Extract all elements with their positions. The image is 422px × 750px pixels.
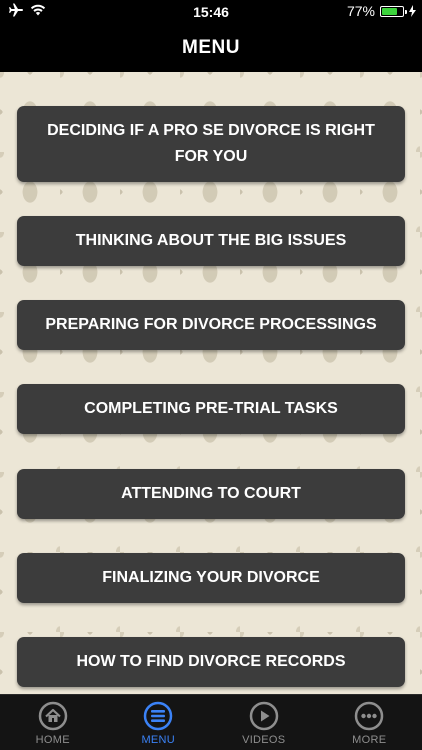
tab-label: MORE: [352, 734, 387, 746]
menu-item-records[interactable]: HOW TO FIND DIVORCE RECORDS: [17, 637, 405, 687]
menu-list-icon: [144, 701, 173, 731]
tab-label: HOME: [35, 734, 70, 746]
home-icon: [38, 701, 67, 731]
menu-item-label: ATTENDING TO COURT: [121, 485, 301, 502]
menu-item-deciding-pro-se[interactable]: DECIDING IF A PRO SE DIVORCE IS RIGHT FO…: [17, 106, 405, 182]
menu-item-label: PREPARING FOR DIVORCE PROCESSINGS: [45, 316, 377, 333]
battery-cap: [405, 9, 407, 14]
more-dots-icon: [355, 701, 384, 731]
battery-fill: [382, 7, 398, 15]
menu-item-label: DECIDING IF A PRO SE DIVORCE IS RIGHT FO…: [47, 122, 375, 165]
tab-videos[interactable]: VIDEOS: [211, 695, 317, 750]
status-right: 77%: [347, 3, 416, 19]
page-title: MENU: [182, 37, 240, 58]
nav-bar: MENU: [0, 24, 422, 72]
play-icon: [249, 701, 278, 731]
tab-home[interactable]: HOME: [0, 695, 106, 750]
menu-item-label: FINALIZING YOUR DIVORCE: [102, 569, 320, 586]
menu-item-finalizing[interactable]: FINALIZING YOUR DIVORCE: [17, 553, 405, 603]
menu-list: DECIDING IF A PRO SE DIVORCE IS RIGHT FO…: [0, 72, 422, 694]
menu-item-pre-trial[interactable]: COMPLETING PRE-TRIAL TASKS: [17, 384, 405, 434]
tab-label: MENU: [141, 734, 176, 746]
menu-item-big-issues[interactable]: THINKING ABOUT THE BIG ISSUES: [17, 216, 405, 266]
menu-item-label: THINKING ABOUT THE BIG ISSUES: [75, 232, 347, 249]
status-bar: 15:46 77%: [0, 0, 422, 24]
menu-item-court[interactable]: ATTENDING TO COURT: [17, 469, 405, 519]
tab-menu[interactable]: MENU: [106, 695, 212, 750]
battery-percent: 77%: [346, 3, 375, 19]
tab-label: VIDEOS: [242, 734, 286, 746]
menu-item-label: HOW TO FIND DIVORCE RECORDS: [76, 653, 346, 670]
battery-icon: [380, 5, 407, 17]
menu-item-preparing[interactable]: PREPARING FOR DIVORCE PROCESSINGS: [17, 300, 405, 350]
tab-bar: HOME MENU VIDEOS MORE: [0, 694, 422, 750]
charging-bolt-icon: [409, 5, 416, 17]
menu-item-label: COMPLETING PRE-TRIAL TASKS: [84, 400, 338, 417]
tab-more[interactable]: MORE: [317, 695, 422, 750]
